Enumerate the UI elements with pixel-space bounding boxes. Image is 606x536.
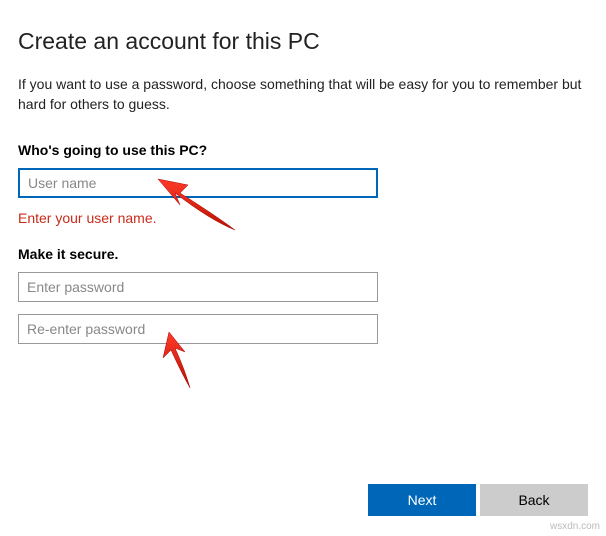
next-button[interactable]: Next — [368, 484, 476, 516]
description-text: If you want to use a password, choose so… — [18, 75, 588, 114]
footer-buttons: Next Back — [368, 484, 588, 516]
password-input[interactable] — [18, 272, 378, 302]
password-label: Make it secure. — [18, 246, 588, 262]
back-button[interactable]: Back — [480, 484, 588, 516]
username-label: Who's going to use this PC? — [18, 142, 588, 158]
page-title: Create an account for this PC — [18, 28, 588, 55]
username-error: Enter your user name. — [18, 210, 588, 226]
confirm-password-input[interactable] — [18, 314, 378, 344]
username-input[interactable] — [18, 168, 378, 198]
watermark-text: wsxdn.com — [550, 521, 600, 532]
